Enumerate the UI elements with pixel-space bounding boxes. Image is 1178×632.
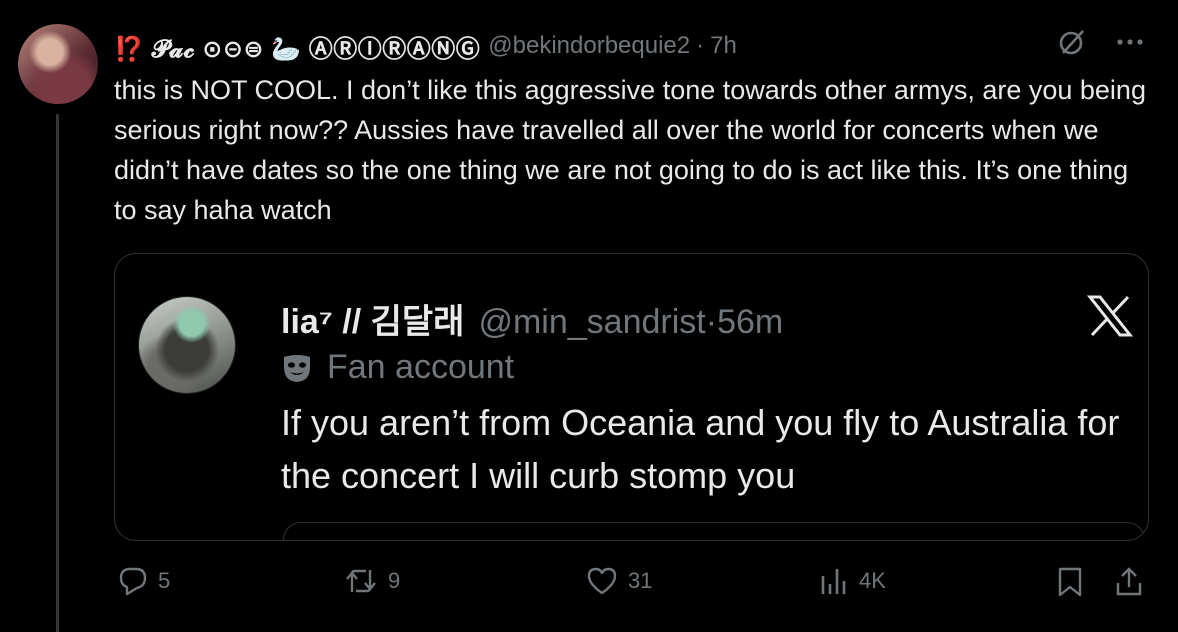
tweet-top-icons — [1058, 28, 1144, 56]
repost-icon — [344, 566, 378, 596]
bookmark-icon — [1056, 566, 1084, 598]
like-count: 31 — [628, 568, 653, 593]
views-icon — [819, 566, 849, 596]
tweet-actions: 5 9 31 4K — [114, 566, 1154, 606]
x-logo-icon — [1086, 294, 1134, 338]
like-button[interactable]: 31 — [586, 566, 652, 596]
name-prefix-emoji: ⁉️ — [114, 35, 145, 63]
more-icon[interactable] — [1116, 37, 1144, 47]
mask-icon — [281, 352, 313, 384]
author-handle[interactable]: @bekindorbequie2 — [488, 32, 690, 60]
separator-dot: · — [705, 303, 718, 341]
author-avatar[interactable] — [18, 24, 98, 104]
tweet-header: ⁉️ 𝓟𝓪𝓬 ⊙⊝⊜ 🦢 ⒶⓇⒾⓇⒶⓃⒼ @bekindorbequie2 · … — [114, 28, 737, 64]
fan-account-text: Fan account — [327, 348, 515, 386]
name-text: 𝓟𝓪𝓬 ⊙⊝⊜ 🦢 ⒶⓇⒾⓇⒶⓃⒼ — [151, 35, 481, 63]
quoted-media-card[interactable] — [283, 522, 1145, 540]
thread-line — [56, 114, 59, 632]
quoted-author-name[interactable]: lia⁷ // 김달래 — [281, 294, 464, 343]
quoted-tweet-text: If you aren’t from Oceania and you fly t… — [281, 402, 1120, 496]
bookmark-button[interactable] — [1056, 566, 1084, 598]
quoted-author-handle[interactable]: @min_sandrist — [478, 303, 705, 342]
tweet-text: this is NOT COOL. I don’t like this aggr… — [114, 75, 1146, 225]
views-button[interactable]: 4K — [819, 566, 886, 596]
repost-count: 9 — [388, 568, 401, 593]
quoted-tweet-header: lia⁷ // 김달래 @min_sandrist · 56m — [281, 294, 783, 343]
fan-account-label: Fan account — [281, 348, 514, 387]
reply-count: 5 — [158, 568, 171, 593]
reply-button[interactable]: 5 — [118, 566, 170, 596]
tweet-timestamp[interactable]: 7h — [710, 32, 737, 60]
repost-button[interactable]: 9 — [344, 566, 400, 596]
share-button[interactable] — [1114, 566, 1144, 598]
quoted-tweet-card[interactable]: lia⁷ // 김달래 @min_sandrist · 56m Fan acco… — [114, 253, 1149, 541]
separator-dot: · — [696, 32, 705, 59]
share-icon — [1114, 566, 1144, 598]
reply-icon — [118, 566, 148, 596]
author-display-name[interactable]: ⁉️ 𝓟𝓪𝓬 ⊙⊝⊜ 🦢 ⒶⓇⒾⓇⒶⓃⒼ — [114, 29, 480, 64]
quoted-tweet-timestamp[interactable]: 56m — [717, 303, 783, 342]
quoted-author-avatar[interactable] — [138, 296, 236, 394]
like-icon — [586, 566, 618, 596]
views-count: 4K — [859, 568, 886, 593]
grok-icon[interactable] — [1058, 28, 1086, 56]
